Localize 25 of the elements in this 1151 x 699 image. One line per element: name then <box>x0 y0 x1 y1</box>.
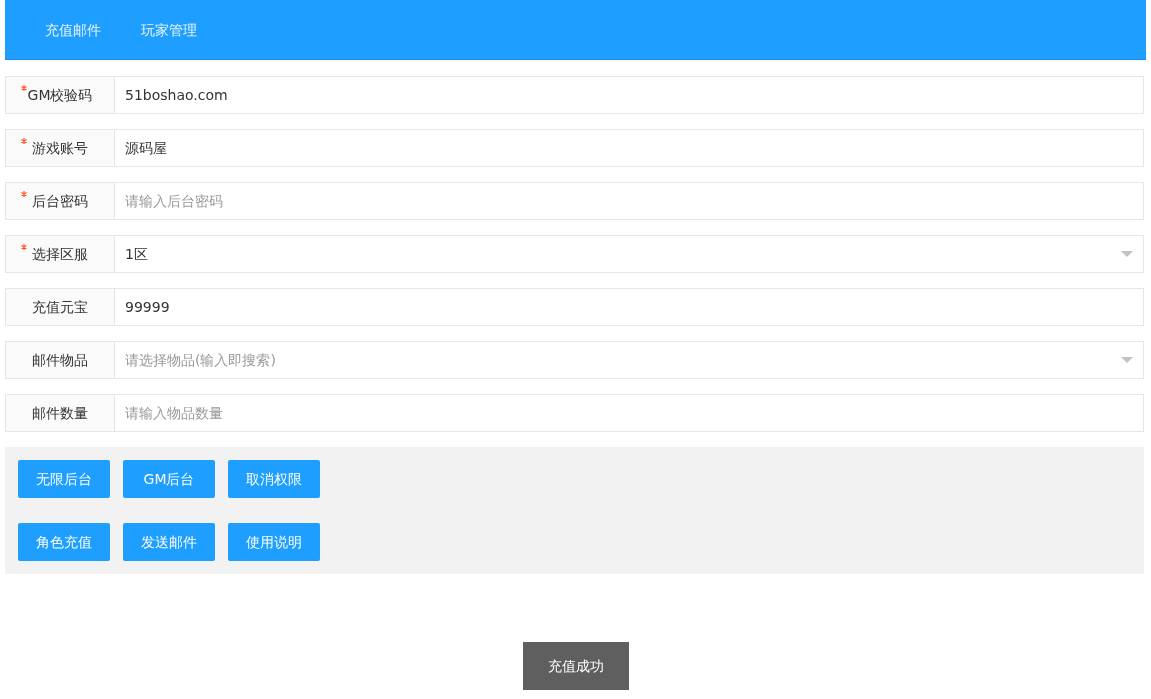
select-field[interactable]: 1区 <box>115 236 1143 272</box>
field-label: 邮件数量 <box>6 395 115 431</box>
caret-icon <box>1121 251 1133 257</box>
field-label: 充值元宝 <box>6 289 115 325</box>
input-field[interactable]: 源码屋 <box>115 130 1143 166</box>
input-field[interactable]: 51boshao.com <box>115 77 1143 113</box>
field-label: 后台密码 <box>6 183 115 219</box>
input-field[interactable]: 请输入物品数量 <box>115 395 1143 431</box>
toast-message: 充值成功 <box>522 642 629 690</box>
input-field[interactable]: 请输入后台密码 <box>115 183 1143 219</box>
select-field[interactable]: 请选择物品(输入即搜索) <box>115 342 1143 378</box>
action-button[interactable]: 取消权限 <box>228 460 320 498</box>
action-button[interactable]: 使用说明 <box>228 523 320 561</box>
action-button[interactable]: 无限后台 <box>18 460 110 498</box>
nav-tab[interactable]: 充值邮件 <box>25 0 121 60</box>
nav-tab[interactable]: 玩家管理 <box>121 0 217 60</box>
action-button[interactable]: 发送邮件 <box>123 523 215 561</box>
field-label: 选择区服 <box>6 236 115 272</box>
input-field[interactable]: 99999 <box>115 289 1143 325</box>
action-button[interactable]: 角色充值 <box>18 523 110 561</box>
field-label: GM校验码 <box>6 77 115 113</box>
caret-icon <box>1121 357 1133 363</box>
field-label: 邮件物品 <box>6 342 115 378</box>
field-label: 游戏账号 <box>6 130 115 166</box>
action-button[interactable]: GM后台 <box>123 460 215 498</box>
